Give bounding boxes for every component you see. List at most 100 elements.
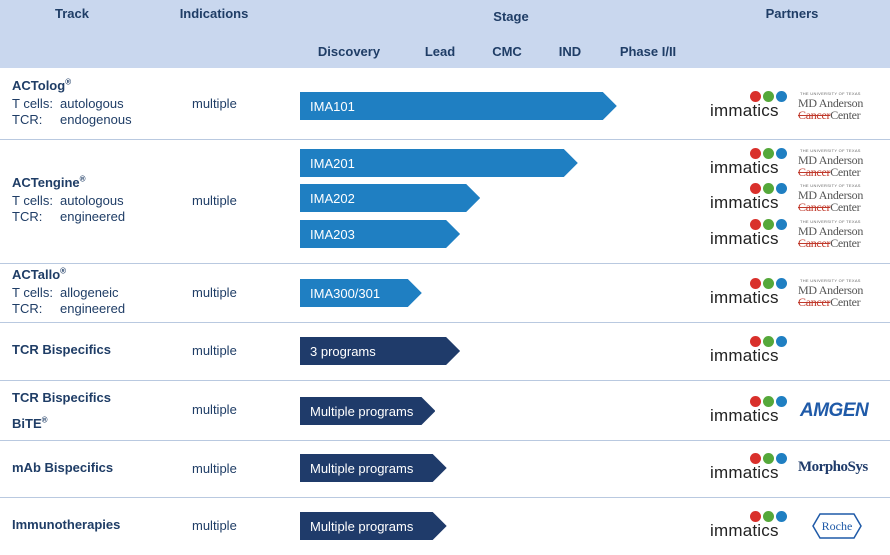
- mdanderson-logo: THE UNIVERSITY OF TEXAS MD Anderson Cancer…: [798, 219, 876, 251]
- mdanderson-center-word: Center: [830, 236, 861, 250]
- indication: multiple: [192, 193, 237, 208]
- track-title: mAb Bispecifics: [12, 460, 113, 475]
- track-detail-value: autologous: [60, 95, 124, 111]
- mdanderson-cancer-center: CancerCenter: [798, 108, 861, 123]
- mdanderson-cancer-word: Cancer: [798, 165, 831, 179]
- immatics-logo: immatics: [710, 511, 790, 541]
- mdanderson-cancer-center: CancerCenter: [798, 200, 861, 215]
- track-title-text: ACTolog: [12, 77, 66, 93]
- track-title: Immunotherapies: [12, 517, 120, 532]
- roche-logo: Roche: [812, 512, 862, 540]
- registered-mark: ®: [79, 174, 86, 184]
- track-detail: T cells: allogeneic: [12, 285, 119, 300]
- mdanderson-cancer-center: CancerCenter: [798, 295, 861, 310]
- immatics-wordmark: immatics: [710, 229, 779, 248]
- immatics-logo: immatics: [710, 453, 790, 483]
- mdanderson-cancer-center: CancerCenter: [798, 236, 861, 251]
- pipeline-bar: IMA202: [300, 184, 480, 212]
- immatics-logo: immatics: [710, 91, 790, 121]
- roche-wordmark: Roche: [822, 519, 853, 533]
- pipeline-bar-label: IMA203: [310, 226, 355, 242]
- track-detail: T cells: autologous: [12, 96, 124, 111]
- row-divider: [0, 380, 890, 381]
- mdanderson-logo: THE UNIVERSITY OF TEXAS MD Anderson Cancer…: [798, 148, 876, 179]
- morphosys-logo: MorphoSys: [798, 459, 868, 475]
- immatics-wordmark: immatics: [710, 406, 779, 425]
- track-title-text: ACTengine: [12, 175, 80, 190]
- immatics-wordmark: immatics: [710, 158, 779, 177]
- immatics-logo: immatics: [710, 219, 790, 249]
- track-detail-key: T cells:: [12, 95, 53, 111]
- track-detail-key: TCR:: [12, 111, 43, 127]
- header-partners: Partners: [765, 6, 819, 21]
- immatics-wordmark: immatics: [710, 521, 779, 540]
- indication: multiple: [192, 402, 237, 417]
- track-detail-key: T cells:: [12, 284, 53, 300]
- immatics-logo: immatics: [710, 278, 790, 308]
- track-title: ACTolog®: [12, 78, 71, 93]
- track-title: ACTengine®: [12, 175, 86, 190]
- pipeline-bar-label: Multiple programs: [310, 403, 414, 419]
- mdanderson-cancer-word: Cancer: [798, 295, 831, 309]
- header-stage-3: CMC: [492, 44, 522, 59]
- mdanderson-center-word: Center: [830, 295, 861, 309]
- registered-mark: ®: [60, 266, 67, 276]
- mdanderson-logo: THE UNIVERSITY OF TEXAS MD Anderson Cancer…: [798, 278, 876, 310]
- track-subtitle-text: BiTE: [12, 416, 42, 431]
- track-title-text: TCR Bispecifics: [12, 390, 111, 405]
- pipeline-bar: IMA203: [300, 220, 460, 248]
- track-title: TCR Bispecifics: [12, 390, 111, 405]
- registered-mark: ®: [41, 415, 48, 425]
- header-stage: Stage: [493, 9, 529, 24]
- track-title-text: ACTallo: [12, 266, 61, 282]
- pipeline-bar-label: 3 programs: [310, 343, 376, 359]
- pipeline-bar-label: IMA202: [310, 190, 355, 206]
- track-detail: TCR: engineered: [12, 301, 125, 316]
- track-subtitle: BiTE®: [12, 416, 48, 431]
- pipeline-bar: IMA101: [300, 92, 617, 120]
- pipeline-bar: IMA201: [300, 149, 578, 177]
- track-title-text: TCR Bispecifics: [12, 342, 111, 357]
- pipeline-bar: IMA300/301: [300, 279, 422, 307]
- pipeline-bar: Multiple programs: [300, 512, 447, 540]
- immatics-wordmark: immatics: [710, 288, 779, 307]
- immatics-wordmark: immatics: [710, 101, 779, 120]
- header-stage-4: IND: [558, 44, 582, 59]
- pipeline-bar-label: IMA300/301: [310, 285, 381, 301]
- indication: multiple: [192, 460, 237, 476]
- pipeline-table: Track Indications Stage Partners Discovery Le…: [0, 0, 890, 555]
- immatics-wordmark: immatics: [710, 346, 779, 365]
- track-detail-key: TCR:: [12, 300, 43, 316]
- header-stage-5: Phase I/II: [619, 44, 677, 59]
- row-divider: [0, 497, 890, 498]
- track-detail-value: allogeneic: [60, 284, 119, 300]
- mdanderson-cancer-word: Cancer: [798, 236, 831, 250]
- header-stage-2: Lead: [424, 44, 456, 59]
- track-detail-key: TCR:: [12, 209, 43, 224]
- roche-hexagon-icon: Roche: [812, 513, 862, 539]
- registered-mark: ®: [65, 77, 72, 87]
- immatics-logo: immatics: [710, 148, 790, 178]
- row-divider: [0, 139, 890, 140]
- mdanderson-cancer-word: Cancer: [798, 108, 831, 122]
- track-title-text: Immunotherapies: [12, 517, 121, 532]
- track-title: TCR Bispecifics: [12, 342, 111, 357]
- pipeline-bar: Multiple programs: [300, 454, 447, 482]
- track-detail-value: engineered: [60, 300, 126, 316]
- header-stage-1: Discovery: [317, 44, 381, 59]
- header-indications: Indications: [179, 6, 249, 21]
- row-divider: [0, 440, 890, 441]
- track-detail: TCR: engineered: [12, 209, 125, 224]
- immatics-wordmark: immatics: [710, 463, 779, 482]
- track-title-text: mAb Bispecifics: [12, 459, 114, 475]
- track-detail-value: endogenous: [60, 111, 132, 127]
- mdanderson-logo: THE UNIVERSITY OF TEXAS MD Anderson Cancer…: [798, 91, 876, 123]
- track-detail-value: autologous: [60, 193, 124, 208]
- row-divider: [0, 263, 890, 264]
- amgen-logo: AMGEN: [800, 400, 869, 421]
- mdanderson-logo: THE UNIVERSITY OF TEXAS MD Anderson Cancer…: [798, 183, 876, 215]
- row-divider: [0, 322, 890, 323]
- pipeline-bar-label: Multiple programs: [310, 518, 414, 534]
- pipeline-bar: Multiple programs: [300, 397, 435, 425]
- indication: multiple: [192, 518, 237, 533]
